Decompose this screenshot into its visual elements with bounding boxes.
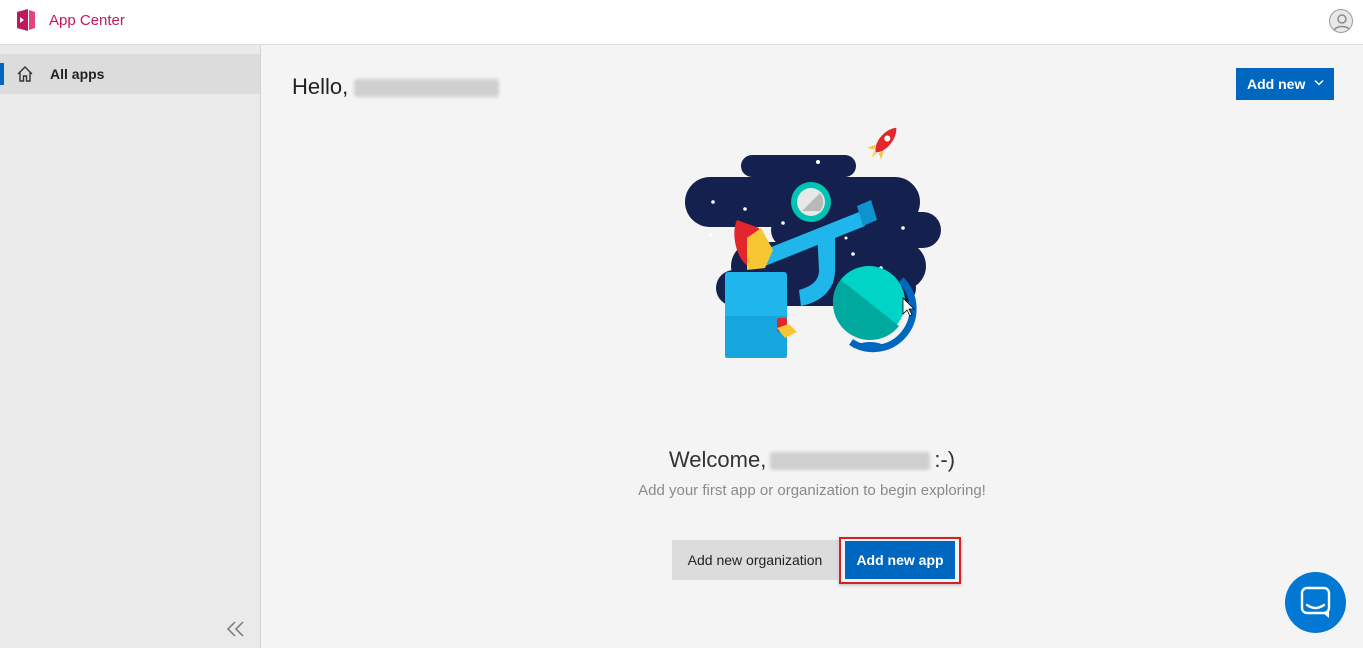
chat-icon: [1300, 586, 1331, 618]
chat-button[interactable]: [1285, 572, 1346, 633]
redacted-user-name: [354, 79, 500, 98]
welcome-subtitle: Add your first app or organization to be…: [638, 482, 986, 499]
rocket: [867, 127, 897, 160]
app-center-logo-icon[interactable]: [14, 8, 38, 32]
welcome-suffix: :-): [934, 447, 956, 472]
add-new-app-button[interactable]: Add new app: [845, 541, 955, 579]
add-new-label: Add new: [1247, 76, 1306, 92]
home-icon: [17, 66, 33, 82]
main-content: Hello, Add new Welcome,:-) Add your fir…: [261, 45, 1363, 648]
add-new-button[interactable]: Add new: [1236, 68, 1334, 100]
chevron-down-icon: [1314, 80, 1324, 86]
sidebar-item-label: All apps: [50, 66, 105, 82]
active-indicator: [0, 63, 4, 85]
greeting: Hello,: [292, 74, 500, 100]
welcome-illustration: [685, 127, 941, 358]
greeting-text: Hello,: [292, 74, 349, 99]
sidebar-item-all-apps[interactable]: All apps: [0, 54, 260, 94]
add-new-organization-button[interactable]: Add new organization: [672, 540, 838, 580]
redacted-user-name: [770, 452, 931, 471]
double-chevron-left-icon[interactable]: [226, 620, 246, 638]
sidebar: All apps: [0, 45, 261, 648]
welcome-heading: Welcome, :-): [261, 447, 1363, 473]
top-bar: App Center: [0, 0, 1363, 45]
app-title[interactable]: App Center: [49, 12, 125, 29]
welcome-prefix: Welcome,: [668, 447, 767, 472]
user-avatar-icon[interactable]: [1329, 9, 1353, 33]
